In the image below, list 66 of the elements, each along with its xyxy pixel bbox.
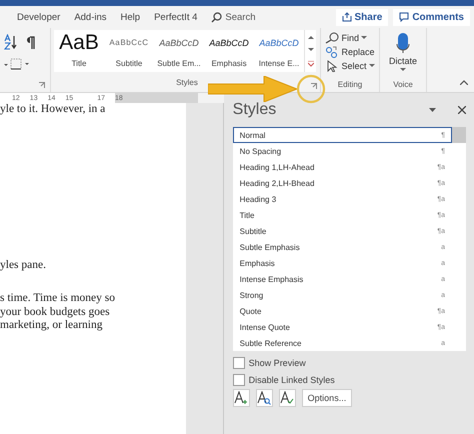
style-preview: AaB [59, 33, 99, 53]
ribbon-tab[interactable]: PerfectIt 4 [154, 12, 198, 22]
search-icon [325, 32, 340, 44]
dialog-launcher-icon[interactable] [311, 83, 317, 89]
new-style-button[interactable] [232, 389, 250, 407]
style-gallery-item[interactable]: AaB Title [54, 30, 104, 72]
style-name: Intense E... [258, 59, 300, 68]
ribbon-tab[interactable]: Developer [17, 12, 60, 22]
group-label: Editing [338, 80, 362, 89]
scrollbar-thumb[interactable] [452, 127, 466, 143]
close-icon[interactable] [458, 106, 466, 114]
dialog-launcher-icon[interactable] [39, 82, 45, 88]
document-text: your book budgets goes [0, 306, 111, 319]
style-preview: AaBbCcD [259, 37, 299, 50]
style-gallery-item[interactable]: AaBbCcD Intense E... [254, 30, 304, 72]
collapse-ribbon-icon[interactable] [460, 80, 468, 85]
checkbox[interactable] [232, 374, 245, 386]
microphone-icon [396, 32, 410, 54]
checkbox-label: Show Preview [248, 358, 306, 368]
document-text: yle to it. However, in a [0, 103, 106, 116]
options-button[interactable]: Options... [302, 389, 352, 407]
pane-options-icon[interactable] [429, 108, 436, 112]
style-gallery-item[interactable]: AaBbCcD Subtle Em... [154, 30, 204, 72]
ribbon-tab[interactable]: Help [120, 12, 140, 22]
caret-icon [368, 64, 374, 68]
editing-button[interactable]: Find [325, 32, 375, 44]
style-preview: AaBbCcD [209, 37, 249, 50]
scroll-up-icon[interactable] [308, 34, 314, 39]
search-icon [211, 12, 222, 22]
more-icon[interactable] [308, 61, 314, 68]
search-field[interactable]: Search [211, 12, 270, 22]
style-gallery-item[interactable]: AaBbCcD Emphasis [204, 30, 254, 72]
document-text: marketing, or learning [0, 319, 104, 332]
scroll-down-icon[interactable] [308, 48, 314, 52]
document-text: yles pane. [0, 258, 47, 272]
highlight-circle [296, 74, 326, 104]
style-name: Title [72, 59, 86, 68]
style-name: Subtle Em... [157, 59, 201, 68]
style-gallery-item[interactable]: AaBbCcC Subtitle [104, 30, 154, 72]
checkbox-label: Disable Linked Styles [248, 374, 335, 384]
group-label: Voice [393, 80, 413, 89]
style-inspector-button[interactable] [256, 389, 273, 407]
replace-icon [325, 46, 340, 58]
share-button[interactable]: Share [336, 8, 388, 26]
pointer-icon [325, 60, 340, 72]
borders-icon[interactable] [4, 58, 30, 70]
style-name: Emphasis [211, 59, 247, 68]
pilcrow-icon[interactable] [26, 36, 35, 48]
editing-button[interactable]: Select [325, 60, 375, 72]
sort-icon[interactable] [4, 34, 18, 50]
dictate-button[interactable]: Dictate [388, 32, 417, 72]
caret-icon [400, 68, 406, 72]
checkbox[interactable] [232, 356, 245, 368]
share-icon [342, 12, 352, 22]
editing-button[interactable]: Replace [325, 46, 375, 58]
style-preview: AaBbCcC [109, 37, 149, 49]
ribbon-tab[interactable]: Add-ins [74, 12, 107, 22]
pane-title: Styles [232, 101, 278, 119]
manage-styles-button[interactable] [278, 389, 296, 407]
comments-button[interactable]: Comments [393, 8, 470, 26]
style-preview: AaBbCcD [159, 37, 199, 50]
comment-icon [399, 12, 410, 22]
caret-icon [361, 36, 367, 40]
style-name: Subtitle [116, 59, 142, 68]
document-text: s time. Time is money so [0, 292, 116, 306]
group-label: Styles [176, 78, 198, 86]
